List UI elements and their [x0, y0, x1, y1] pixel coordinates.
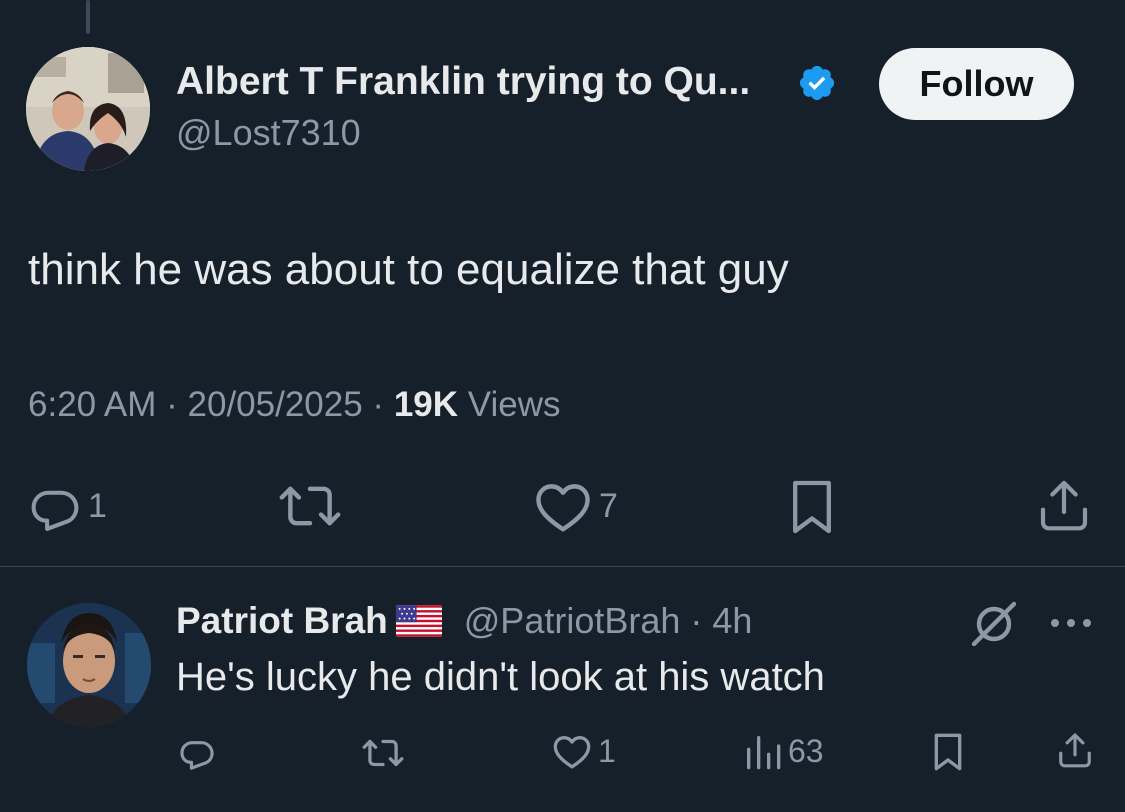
views-count[interactable]: 19K: [394, 385, 458, 424]
author-name[interactable]: Albert T Franklin trying to Qu...: [176, 60, 750, 104]
reply-icon: [180, 741, 214, 770]
repost-button[interactable]: [277, 479, 343, 533]
more-icon[interactable]: [1048, 614, 1094, 632]
reply-repost-button[interactable]: [360, 735, 406, 771]
reply-count: 1: [88, 486, 107, 525]
like-button[interactable]: 7: [533, 479, 618, 533]
tweet-meta: 6:20 AM · 20/05/2025 · 19K Views: [28, 385, 561, 425]
tweet-text: think he was about to equalize that guy: [28, 245, 789, 294]
repost-icon: [279, 486, 341, 526]
like-count: 7: [599, 486, 618, 525]
meta-separator: ·: [362, 385, 394, 424]
reply-like-count: 1: [598, 732, 616, 769]
reply-header: Patriot Brah @PatriotBrah · 4h: [176, 600, 752, 642]
follow-button[interactable]: Follow: [879, 48, 1074, 120]
grok-icon[interactable]: [968, 600, 1020, 648]
repost-icon: [362, 739, 404, 767]
reply-like-button[interactable]: 1: [552, 731, 616, 771]
tweet-thread: Albert T Franklin trying to Qu... @Lost7…: [0, 0, 1125, 812]
share-icon: [1040, 480, 1088, 531]
reply-share-button[interactable]: [1056, 730, 1094, 770]
us-flag-icon: [395, 605, 442, 637]
bookmark-icon: [934, 733, 962, 771]
verified-badge-icon: [799, 65, 835, 101]
tweet-time[interactable]: 6:20 AM: [28, 385, 156, 424]
like-icon: [553, 736, 591, 769]
views-label[interactable]: Views: [458, 385, 561, 424]
bookmark-icon: [793, 480, 831, 534]
reply-views-count: 63: [788, 732, 824, 769]
author-avatar[interactable]: [26, 47, 150, 171]
thread-connector-line: [86, 0, 90, 34]
reply-handle-time[interactable]: @PatriotBrah · 4h: [464, 600, 753, 642]
share-icon: [1059, 733, 1091, 768]
reply-views-button[interactable]: 63: [742, 731, 824, 771]
bookmark-button[interactable]: [788, 478, 836, 536]
reply-reply-button[interactable]: [178, 733, 216, 771]
share-button[interactable]: [1036, 476, 1092, 534]
reply-text: He's lucky he didn't look at his watch: [176, 655, 825, 699]
reply-author-avatar[interactable]: [27, 603, 151, 727]
reply-author-name[interactable]: Patriot Brah: [176, 600, 388, 642]
reply-button[interactable]: 1: [28, 479, 107, 533]
reply-bookmark-button[interactable]: [931, 732, 965, 772]
views-icon: [747, 736, 781, 770]
author-handle[interactable]: @Lost7310: [176, 112, 361, 154]
meta-separator: ·: [156, 385, 188, 424]
tweet-date[interactable]: 20/05/2025: [188, 385, 363, 424]
like-icon: [536, 484, 590, 532]
divider: [0, 566, 1125, 567]
reply-icon: [31, 490, 79, 531]
